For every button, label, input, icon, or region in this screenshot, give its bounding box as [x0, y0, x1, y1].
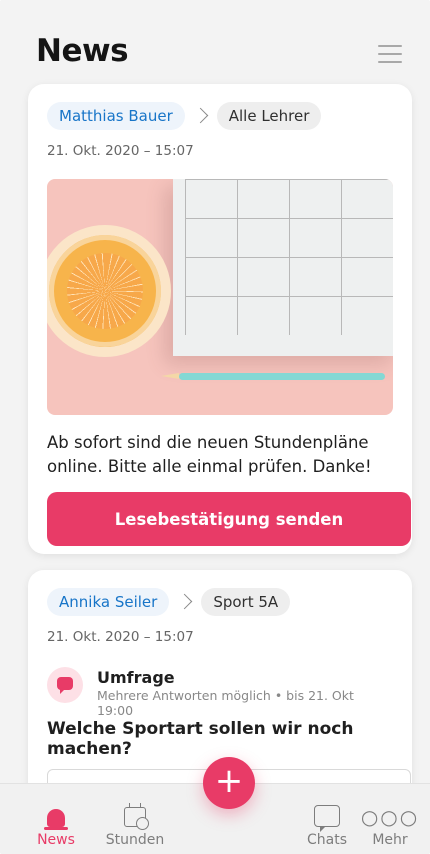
grapefruit-image — [47, 225, 171, 357]
nav-mehr-label: Mehr — [372, 832, 408, 848]
more-dots-icon: ○○○ — [360, 805, 420, 829]
page-title: News — [36, 33, 129, 69]
send-read-receipt-button[interactable]: Lesebestätigung senden — [47, 492, 411, 546]
bell-icon — [44, 809, 68, 830]
sender-name[interactable]: Matthias Bauer — [47, 102, 185, 130]
post-message: Ab sofort sind die neuen Stundenpläne on… — [47, 433, 372, 476]
nav-news[interactable]: News — [21, 800, 91, 848]
nav-chats[interactable]: Chats — [292, 800, 362, 848]
nav-chats-label: Chats — [306, 832, 347, 848]
poll-question: Welche Sportart sollen wir noch machen? — [47, 719, 354, 759]
poll-meta: Mehrere Antworten möglich • bis 21. Okt … — [97, 688, 354, 718]
nav-stunden[interactable]: Stunden — [100, 800, 170, 848]
recipient-group[interactable]: Alle Lehrer — [216, 102, 322, 130]
calendar-image — [173, 179, 393, 356]
poll-chat-icon — [47, 667, 83, 703]
nav-stunden-label: Stunden — [105, 832, 165, 848]
post-route: Annika Seiler Sport 5A — [47, 588, 393, 616]
poll-type: Umfrage — [97, 668, 175, 687]
app-header: News — [0, 0, 430, 78]
post-image — [47, 179, 393, 415]
post-date: 21. Okt. 2020 – 15:07 — [47, 143, 194, 159]
nav-news-label: News — [37, 832, 75, 848]
chevron-right-icon — [194, 102, 208, 130]
pencil-image — [161, 373, 385, 380]
news-screen: News Matthias Bauer Alle Lehrer 21. Okt.… — [0, 0, 430, 854]
nav-mehr[interactable]: ○○○ Mehr — [355, 800, 425, 848]
recipient-group[interactable]: Sport 5A — [201, 588, 291, 616]
hamburger-menu-icon[interactable] — [378, 45, 402, 63]
calendar-clock-icon — [124, 803, 149, 830]
post-route: Matthias Bauer Alle Lehrer — [47, 102, 393, 130]
post-date: 21. Okt. 2020 – 15:07 — [47, 629, 194, 645]
chevron-right-icon — [178, 588, 192, 616]
sender-name[interactable]: Annika Seiler — [47, 588, 170, 616]
add-button[interactable]: + — [203, 757, 255, 809]
poll-header: Umfrage Mehrere Antworten möglich • bis … — [47, 667, 393, 718]
chat-icon — [314, 805, 340, 832]
news-post-card: Matthias Bauer Alle Lehrer 21. Okt. 2020… — [28, 84, 412, 554]
